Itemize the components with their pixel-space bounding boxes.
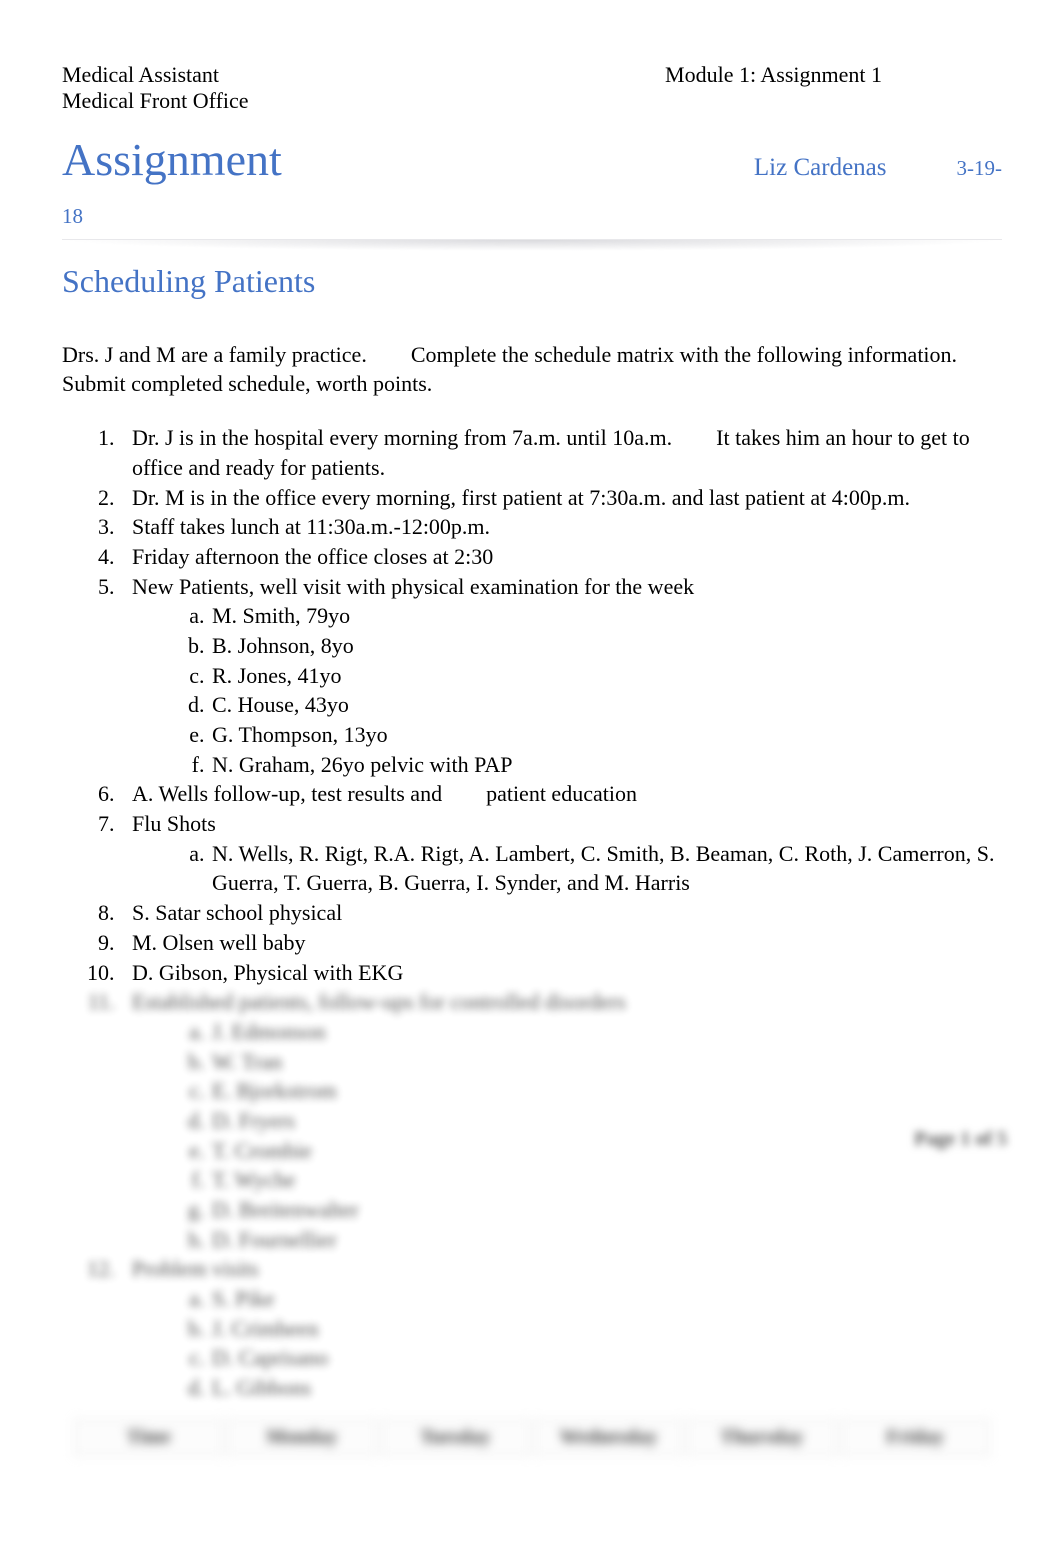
list-item: D. Fournellier (210, 1225, 1002, 1255)
table-header-day: Thursday (687, 1419, 836, 1456)
list-item-label: Flu Shots (132, 811, 216, 836)
list-item: T. Wyche (210, 1165, 1002, 1195)
course-name: Medical Assistant (62, 62, 249, 88)
list-item: R. Jones, 41yo (210, 661, 1002, 691)
sub-list: S. Pike J. Crimheen D. Caprisano L. Gibb… (132, 1284, 1002, 1403)
list-item: Flu Shots N. Wells, R. Rigt, R.A. Rigt, … (120, 809, 1002, 898)
schedule-table-header: Time Monday Tuesday Wednesday Thursday F… (62, 1419, 1002, 1456)
list-item: E. Bjorkstrom (210, 1076, 1002, 1106)
list-item: Problem visits S. Pike J. Crimheen D. Ca… (120, 1254, 1002, 1402)
list-item: A. Wells follow-up, test results and pat… (120, 779, 1002, 809)
list-item: Dr. M is in the office every morning, fi… (120, 483, 1002, 513)
table-header-day: Friday (841, 1419, 990, 1456)
student-name: Liz Cardenas (754, 154, 957, 182)
page-header: Medical Assistant Medical Front Office M… (62, 62, 1002, 115)
list-item: B. Johnson, 8yo (210, 631, 1002, 661)
sub-list: J. Edmonson W. Tran E. Bjorkstrom D. Fry… (132, 1017, 1002, 1255)
list-item: N. Wells, R. Rigt, R.A. Rigt, A. Lambert… (210, 839, 1002, 898)
list-item: M. Olsen well baby (120, 928, 1002, 958)
instruction-list: Dr. J is in the hospital every morning f… (62, 423, 1002, 1403)
list-item: J. Edmonson (210, 1017, 1002, 1047)
list-item: D. Gibson, Physical with EKG (120, 958, 1002, 988)
sub-list: M. Smith, 79yo B. Johnson, 8yo R. Jones,… (132, 601, 1002, 779)
list-item: D. Fryers (210, 1106, 1002, 1136)
list-item-label: Problem visits (132, 1256, 259, 1281)
list-item: G. Thompson, 13yo (210, 720, 1002, 750)
list-item: J. Crimheen (210, 1314, 1002, 1344)
divider (62, 239, 1002, 251)
list-item: New Patients, well visit with physical e… (120, 572, 1002, 780)
list-item: D. Caprisano (210, 1343, 1002, 1373)
list-item: W. Tran (210, 1047, 1002, 1077)
assignment-date-part1: 3-19- (957, 156, 1003, 181)
list-item: L. Gibbons (210, 1373, 1002, 1403)
assignment-title: Assignment (62, 133, 282, 186)
section-title: Scheduling Patients (62, 263, 1002, 300)
list-item-label: Established patients, follow-ups for con… (132, 989, 626, 1014)
list-item: N. Graham, 26yo pelvic with PAP (210, 750, 1002, 780)
list-item: M. Smith, 79yo (210, 601, 1002, 631)
subcourse-name: Medical Front Office (62, 88, 249, 114)
assignment-date-part2: 18 (62, 204, 1002, 229)
list-item: S. Pike (210, 1284, 1002, 1314)
table-header-day: Monday (227, 1419, 376, 1456)
intro-text: Drs. J and M are a family practice. Comp… (62, 340, 1002, 399)
list-item: Established patients, follow-ups for con… (120, 987, 1002, 1254)
table-header-day: Tuesday (381, 1419, 530, 1456)
list-item: Dr. J is in the hospital every morning f… (120, 423, 1002, 482)
list-item: C. House, 43yo (210, 690, 1002, 720)
table-header-time: Time (74, 1419, 223, 1456)
list-item: S. Satar school physical (120, 898, 1002, 928)
list-item-label: New Patients, well visit with physical e… (132, 574, 694, 599)
page-number: Page 1 of 5 (914, 1128, 1007, 1151)
list-item: D. Breitenwalter (210, 1195, 1002, 1225)
sub-list: N. Wells, R. Rigt, R.A. Rigt, A. Lambert… (132, 839, 1002, 898)
list-item: Friday afternoon the office closes at 2:… (120, 542, 1002, 572)
list-item: T. Crombie (210, 1136, 1002, 1166)
module-label: Module 1: Assignment 1 (665, 62, 882, 88)
title-row: Assignment Liz Cardenas 3-19- (62, 133, 1002, 186)
table-header-day: Wednesday (534, 1419, 683, 1456)
list-item: Staff takes lunch at 11:30a.m.-12:00p.m. (120, 512, 1002, 542)
